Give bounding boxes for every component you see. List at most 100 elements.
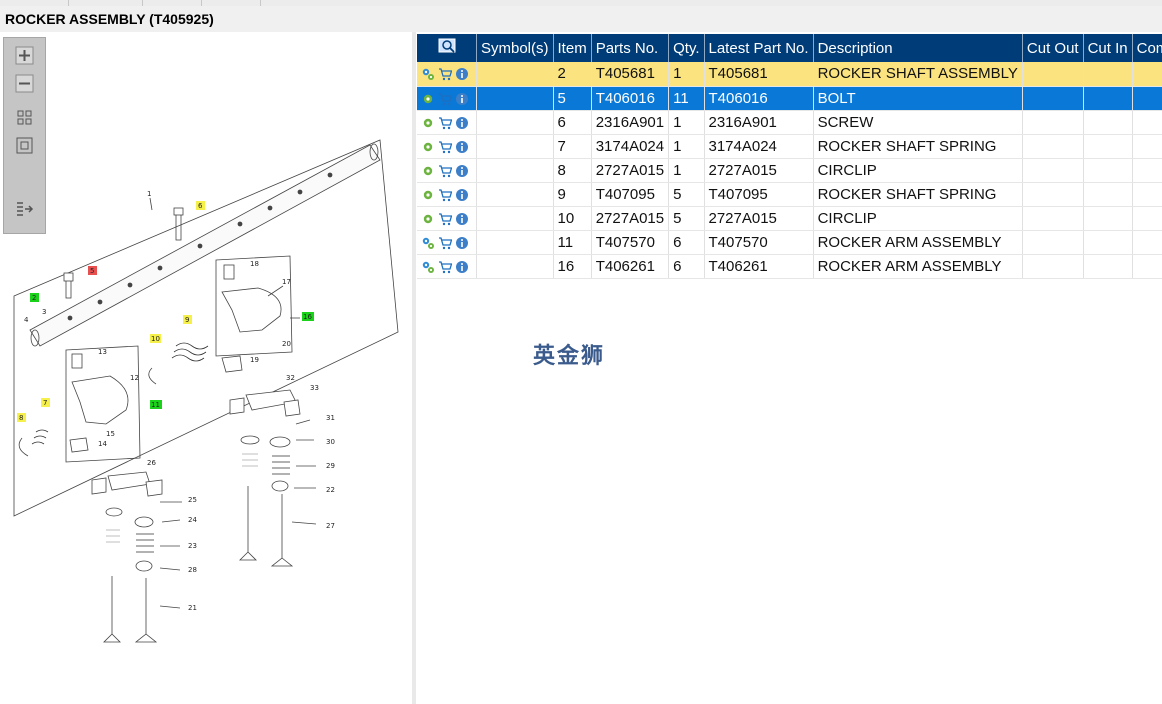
info-icon[interactable] (455, 210, 472, 227)
column-header-description[interactable]: Description (813, 34, 1023, 62)
symbols-cell (476, 158, 554, 183)
svg-text:18: 18 (250, 260, 259, 268)
table-row[interactable]: 10 2727A015 5 2727A015 CIRCLIP (417, 206, 1162, 231)
qty-cell: 1 (668, 134, 705, 159)
svg-text:30: 30 (326, 438, 335, 446)
latest-part-no-cell: T406261 (704, 254, 814, 279)
column-header-comment[interactable]: Comment (1132, 34, 1162, 62)
symbols-cell (476, 110, 554, 135)
info-icon[interactable] (455, 90, 472, 107)
page-title: ROCKER ASSEMBLY (T405925) (5, 11, 214, 27)
zoom-in-icon[interactable] (15, 46, 34, 65)
cut-in-cell (1083, 206, 1133, 231)
svg-text:9: 9 (185, 316, 189, 324)
symbols-cell (476, 62, 554, 87)
info-icon[interactable] (455, 234, 472, 251)
column-header-symbols[interactable]: Symbol(s) (476, 34, 554, 62)
search-parts-icon[interactable] (438, 38, 456, 54)
table-row[interactable]: 2 T405681 1 T405681 ROCKER SHAFT ASSEMBLY (417, 62, 1162, 87)
info-icon[interactable] (455, 258, 472, 275)
shopping-cart-icon[interactable] (438, 138, 455, 155)
table-row[interactable]: 7 3174A024 1 3174A024 ROCKER SHAFT SPRING (417, 134, 1162, 159)
row-actions (417, 134, 477, 159)
shopping-cart-icon[interactable] (438, 90, 455, 107)
svg-text:19: 19 (250, 356, 259, 364)
info-icon[interactable] (455, 65, 472, 82)
column-header-cut-in[interactable]: Cut In (1083, 34, 1133, 62)
svg-text:4: 4 (24, 316, 29, 324)
svg-text:22: 22 (326, 486, 335, 494)
table-row[interactable]: 5 T406016 11 T406016 BOLT (417, 86, 1162, 111)
qty-cell: 1 (668, 110, 705, 135)
table-header-row: Symbol(s) Item Parts No. Qty. Latest Par… (417, 34, 1162, 62)
shopping-cart-icon[interactable] (438, 162, 455, 179)
row-actions (417, 158, 477, 183)
shopping-cart-icon[interactable] (438, 65, 455, 82)
info-icon[interactable] (455, 114, 472, 131)
svg-text:25: 25 (188, 496, 197, 504)
comment-cell (1132, 230, 1162, 255)
svg-text:2: 2 (32, 294, 36, 302)
table-row[interactable]: 11 T407570 6 T407570 ROCKER ARM ASSEMBLY (417, 230, 1162, 255)
part-no-cell: 2727A015 (591, 158, 670, 183)
zoom-out-icon[interactable] (15, 74, 34, 93)
info-icon[interactable] (455, 138, 472, 155)
symbols-cell (476, 134, 554, 159)
cut-in-cell (1083, 230, 1133, 255)
table-row[interactable]: 9 T407095 5 T407095 ROCKER SHAFT SPRING (417, 182, 1162, 207)
table-row[interactable]: 6 2316A901 1 2316A901 SCREW (417, 110, 1162, 135)
table-row[interactable]: 8 2727A015 1 2727A015 CIRCLIP (417, 158, 1162, 183)
description-cell: CIRCLIP (813, 158, 1023, 183)
part-gear-icon[interactable] (421, 114, 438, 131)
shopping-cart-icon[interactable] (438, 234, 455, 251)
svg-text:15: 15 (106, 430, 115, 438)
part-gear-icon[interactable] (421, 90, 438, 107)
item-cell: 8 (553, 158, 592, 183)
part-gear-icon[interactable] (421, 186, 438, 203)
svg-text:24: 24 (188, 516, 197, 524)
part-gear-icon[interactable] (421, 162, 438, 179)
comment-cell (1132, 110, 1162, 135)
assembly-gears-icon[interactable] (421, 65, 438, 82)
svg-text:8: 8 (19, 414, 23, 422)
latest-part-no-cell: T405681 (704, 62, 814, 87)
column-header-qty[interactable]: Qty. (668, 34, 705, 62)
svg-text:31: 31 (326, 414, 335, 422)
svg-text:17: 17 (282, 278, 291, 286)
svg-text:28: 28 (188, 566, 197, 574)
shopping-cart-icon[interactable] (438, 186, 455, 203)
qty-cell: 6 (668, 230, 705, 255)
cut-out-cell (1022, 110, 1084, 135)
cut-in-cell (1083, 254, 1133, 279)
column-header-parts-no[interactable]: Parts No. (591, 34, 670, 62)
item-cell: 7 (553, 134, 592, 159)
exploded-parts-diagram[interactable]: 1 6 5 2 4 3 18 17 16 20 19 10 9 13 12 11 15 1… (0, 120, 412, 650)
row-actions (417, 206, 477, 231)
info-icon[interactable] (455, 162, 472, 179)
cut-in-cell (1083, 110, 1133, 135)
part-no-cell: T407095 (591, 182, 670, 207)
shopping-cart-icon[interactable] (438, 210, 455, 227)
assembly-gears-icon[interactable] (421, 258, 438, 275)
column-header-item[interactable]: Item (553, 34, 592, 62)
shopping-cart-icon[interactable] (438, 258, 455, 275)
column-header-cut-out[interactable]: Cut Out (1022, 34, 1084, 62)
qty-cell: 5 (668, 182, 705, 207)
column-header-latest-part-no[interactable]: Latest Part No. (704, 34, 814, 62)
column-header-search[interactable] (417, 34, 477, 62)
part-gear-icon[interactable] (421, 210, 438, 227)
cut-in-cell (1083, 158, 1133, 183)
svg-text:6: 6 (198, 202, 203, 210)
row-actions (417, 62, 477, 87)
part-no-cell: 3174A024 (591, 134, 670, 159)
table-row[interactable]: 16 T406261 6 T406261 ROCKER ARM ASSEMBLY (417, 254, 1162, 279)
assembly-gears-icon[interactable] (421, 234, 438, 251)
info-icon[interactable] (455, 186, 472, 203)
svg-text:16: 16 (303, 313, 312, 321)
item-cell: 10 (553, 206, 592, 231)
shopping-cart-icon[interactable] (438, 114, 455, 131)
part-gear-icon[interactable] (421, 138, 438, 155)
comment-cell (1132, 254, 1162, 279)
cut-out-cell (1022, 62, 1084, 87)
qty-cell: 1 (668, 158, 705, 183)
